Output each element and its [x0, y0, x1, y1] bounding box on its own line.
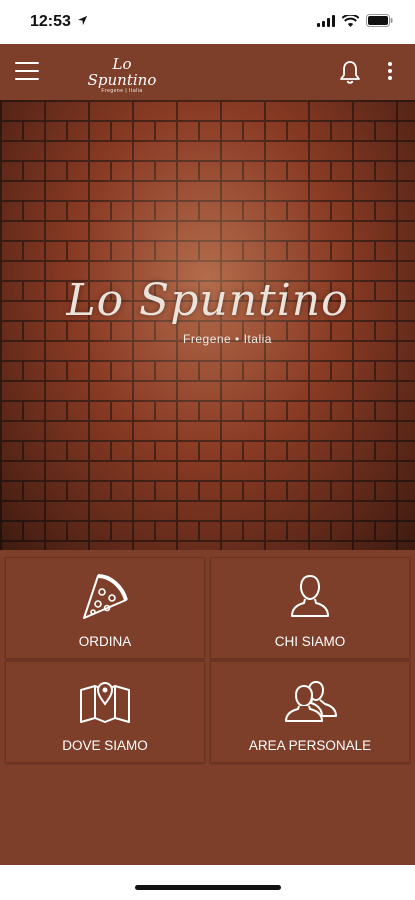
pizza-slice-icon: [83, 574, 128, 619]
hamburger-menu-icon[interactable]: [15, 62, 39, 82]
header-logo: Lo Spuntino Fregene | Italia: [82, 56, 162, 94]
map-pin-icon: [80, 682, 130, 723]
status-bar: 12:53: [0, 0, 415, 44]
area-personale-label: AREA PERSONALE: [248, 738, 372, 753]
hero-logo: Lo Spuntino Fregene • Italia: [0, 275, 415, 346]
dove-siamo-tile[interactable]: DOVE SIAMO: [5, 661, 205, 763]
wifi-icon: [342, 14, 359, 27]
area-personale-tile[interactable]: AREA PERSONALE: [210, 661, 410, 763]
people-icon: [285, 680, 337, 722]
app-header: Lo Spuntino Fregene | Italia: [0, 44, 415, 100]
home-indicator-bar: [0, 865, 415, 900]
menu-grid: ORDINA CHI SIAMO DOVE SIAMO AREA PERSONA…: [0, 550, 415, 865]
person-icon: [291, 574, 329, 617]
header-logo-subtitle: Fregene | Italia: [101, 88, 143, 94]
home-indicator[interactable]: [135, 885, 281, 890]
cellular-signal-icon: [317, 14, 335, 27]
more-options-icon[interactable]: [387, 62, 393, 82]
battery-icon: [366, 14, 393, 27]
bell-icon[interactable]: [339, 60, 361, 84]
status-icons: [317, 14, 393, 27]
dove-siamo-label: DOVE SIAMO: [62, 738, 148, 753]
ordina-tile[interactable]: ORDINA: [5, 557, 205, 659]
ordina-label: ORDINA: [78, 634, 132, 649]
hero-logo-subtitle: Fregene • Italia: [183, 332, 272, 346]
chi-siamo-tile[interactable]: CHI SIAMO: [210, 557, 410, 659]
location-arrow-icon: [77, 15, 88, 26]
hero-logo-name: Lo Spuntino: [66, 275, 349, 326]
status-time: 12:53: [30, 13, 71, 30]
chi-siamo-label: CHI SIAMO: [274, 634, 346, 649]
header-logo-name: Lo Spuntino: [87, 55, 157, 89]
hero-banner: Lo Spuntino Fregene • Italia: [0, 100, 415, 550]
